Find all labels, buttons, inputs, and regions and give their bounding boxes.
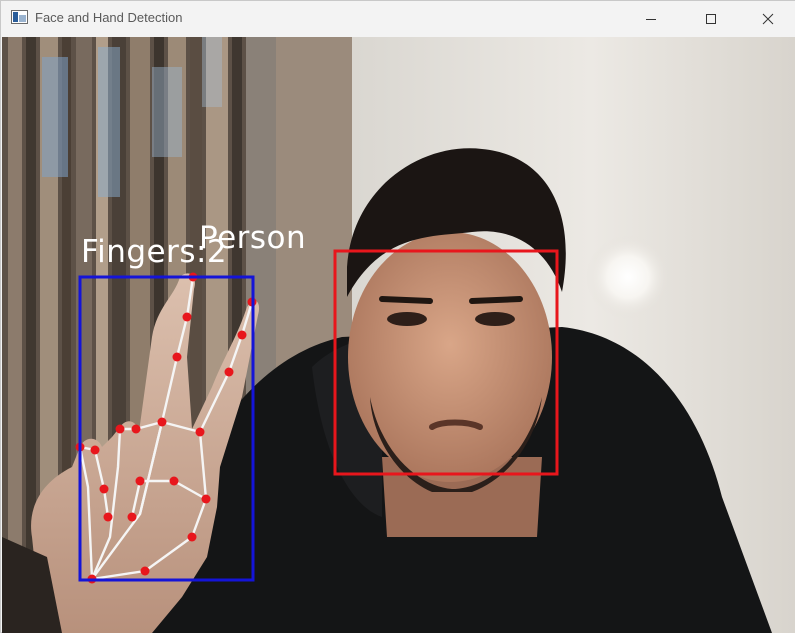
minimize-icon xyxy=(645,13,657,25)
close-icon xyxy=(762,13,774,25)
minimize-button[interactable] xyxy=(622,1,680,37)
title-bar[interactable]: Face and Hand Detection xyxy=(1,1,795,37)
window-title: Face and Hand Detection xyxy=(35,10,183,25)
camera-frame xyxy=(2,37,795,633)
left-eye xyxy=(387,312,427,326)
fingers-count-label: Fingers:2 xyxy=(81,234,228,270)
right-eyebrow xyxy=(469,296,523,304)
maximize-button[interactable] xyxy=(682,1,740,37)
ceiling-light xyxy=(586,235,670,319)
app-icon xyxy=(11,10,28,24)
app-window: Face and Hand Detection Person Fingers:2 xyxy=(0,0,795,633)
left-eyebrow xyxy=(379,296,433,304)
camera-feed: Person Fingers:2 xyxy=(2,37,795,633)
maximize-icon xyxy=(705,13,717,25)
person-face xyxy=(348,232,552,482)
close-button[interactable] xyxy=(739,1,795,37)
right-eye xyxy=(475,312,515,326)
